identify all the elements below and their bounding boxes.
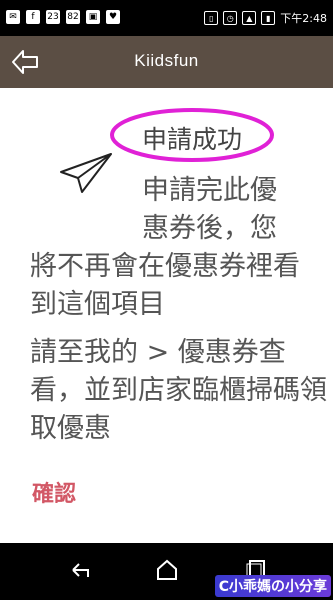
heart-icon: ♥ (106, 10, 120, 24)
confirm-button[interactable]: 確認 (32, 476, 76, 508)
nav-home-icon[interactable] (154, 557, 180, 583)
system-icons: ▯ ◷ ▲ ▮ 下午2:48 (204, 10, 327, 26)
app-bar: Kiidsfun (0, 36, 333, 88)
dialog-title-wrapper: 申請成功 (108, 106, 276, 164)
facebook-icon: f (26, 10, 40, 24)
success-dialog: 申請成功 申請完此優惠券後，您 將不再會在優惠券裡看到這個項目 請至我的 > 優… (0, 88, 333, 543)
gallery-icon: ▣ (86, 10, 100, 24)
battery-icon: ▮ (261, 11, 276, 25)
nav-back-icon[interactable] (68, 557, 94, 583)
alarm-icon: ◷ (223, 11, 238, 25)
dialog-message-line-1: 申請完此優惠券後，您 (142, 175, 277, 244)
clock: 下午2:48 (280, 12, 327, 25)
badge-icon: 82 (66, 10, 80, 24)
dialog-message-line-3: 請至我的 > 優惠券查看，並到店家臨櫃掃碼領取優惠 (30, 337, 327, 444)
dialog-message-line-2: 將不再會在優惠券裡看到這個項目 (30, 251, 300, 320)
watermark: C小乖媽の小分享 (214, 575, 331, 597)
message-icon: ✉ (6, 10, 20, 24)
app-title: Kiidsfun (134, 51, 199, 70)
notification-icons: ✉ f 23 82 ▣ ♥ (6, 10, 120, 24)
vibrate-icon: ▯ (204, 11, 219, 25)
signal-icon: ▲ (242, 11, 257, 25)
status-bar: ✉ f 23 82 ▣ ♥ ▯ ◷ ▲ ▮ 下午2:48 (0, 0, 333, 36)
navigation-bar: C小乖媽の小分享 (0, 543, 333, 600)
calendar-icon: 23 (46, 10, 60, 24)
dialog-title: 申請成功 (141, 125, 242, 154)
paper-plane-icon (60, 153, 112, 193)
